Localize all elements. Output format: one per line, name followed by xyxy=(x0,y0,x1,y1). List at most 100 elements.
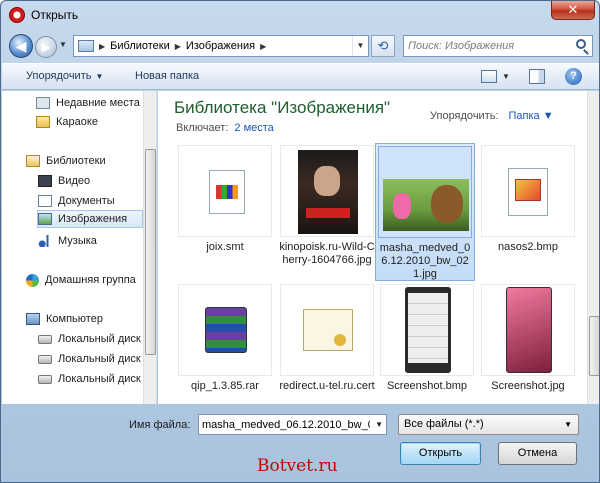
file-thumbnail xyxy=(280,145,374,237)
nav-item-video[interactable]: Видео xyxy=(38,172,156,190)
change-view-icon[interactable] xyxy=(481,70,497,83)
nav-item-label: Музыка xyxy=(58,235,97,247)
refresh-icon[interactable]: ⟲ xyxy=(371,35,395,57)
rar-archive-icon xyxy=(205,307,247,353)
recent-places-icon xyxy=(36,97,50,109)
nav-item-recent-places[interactable]: Недавние места xyxy=(36,94,156,112)
library-title: Библиотека "Изображения" xyxy=(174,98,391,117)
filename-combobox[interactable]: ▼ xyxy=(198,414,387,435)
includes-label: Включает: xyxy=(176,122,229,134)
window-title: Открыть xyxy=(31,8,79,22)
file-thumbnail xyxy=(178,145,272,237)
chevron-right-icon[interactable]: ▶ xyxy=(174,42,182,51)
back-arrow-icon[interactable]: ◀ xyxy=(9,34,33,58)
command-bar: Упорядочить ▼ Новая папка ▼ ? xyxy=(2,63,599,90)
filename-label: Имя файла: xyxy=(129,419,191,431)
generic-file-icon xyxy=(209,170,245,214)
file-name: kinopoisk.ru-Wild-Cherry-1604766.jpg xyxy=(279,241,375,266)
includes-locations-link[interactable]: 2 места xyxy=(234,122,273,134)
chevron-down-icon[interactable]: ▼ xyxy=(502,72,510,81)
file-item-selected[interactable]: masha_medved_06.12.2010_bw_021.jpg xyxy=(375,143,475,281)
nav-item-label: Караоке xyxy=(56,116,98,128)
chevron-down-icon[interactable]: ▼ xyxy=(375,420,383,429)
filetype-value: Все файлы (*.*) xyxy=(404,418,484,430)
nav-item-local-disk[interactable]: Локальный диск xyxy=(38,330,156,348)
nav-item-label: Компьютер xyxy=(46,313,103,325)
breadcrumb-libraries[interactable]: Библиотеки xyxy=(106,40,174,52)
help-icon[interactable]: ? xyxy=(565,68,582,85)
filename-input[interactable] xyxy=(202,417,370,432)
close-button[interactable]: ✕ xyxy=(551,1,595,20)
video-library-icon xyxy=(38,175,52,187)
history-dropdown-icon[interactable]: ▼ xyxy=(59,40,67,49)
nav-item-computer[interactable]: Компьютер xyxy=(26,310,156,328)
documents-library-icon xyxy=(38,195,52,207)
nav-item-label: Изображения xyxy=(58,213,128,225)
nav-item-label: Недавние места xyxy=(56,97,140,109)
nav-item-images[interactable]: Изображения xyxy=(37,210,143,228)
chevron-right-icon[interactable]: ▶ xyxy=(259,42,267,51)
breadcrumb-images[interactable]: Изображения xyxy=(182,40,259,52)
nav-item-karaoke[interactable]: Караоке xyxy=(36,113,156,131)
search-input[interactable] xyxy=(408,38,568,54)
file-thumbnail xyxy=(380,284,474,376)
file-name: Screenshot.jpg xyxy=(491,380,565,392)
scrollbar-thumb[interactable] xyxy=(145,149,156,355)
file-name: masha_medved_06.12.2010_bw_021.jpg xyxy=(379,242,471,280)
title-bar: Открыть ✕ xyxy=(1,1,599,29)
file-name: nasos2.bmp xyxy=(498,241,558,253)
file-thumbnail xyxy=(280,284,374,376)
nav-item-music[interactable]: Музыка xyxy=(38,232,156,250)
nav-item-homegroup[interactable]: Домашняя группа xyxy=(26,271,156,289)
file-item[interactable]: nasos2.bmp xyxy=(478,145,578,254)
nav-item-label: Документы xyxy=(58,195,115,207)
chevron-down-icon[interactable]: ▼ xyxy=(352,36,368,56)
nav-item-local-disk[interactable]: Локальный диск xyxy=(38,370,156,388)
organize-button[interactable]: Упорядочить ▼ xyxy=(26,70,103,82)
scrollbar-thumb[interactable] xyxy=(589,316,599,376)
nav-item-documents[interactable]: Документы xyxy=(38,192,156,210)
cancel-button[interactable]: Отмена xyxy=(498,442,577,465)
navigation-scrollbar[interactable] xyxy=(143,91,156,404)
nav-item-local-disk[interactable]: Локальный диск xyxy=(38,350,156,368)
arrange-label: Упорядочить: xyxy=(430,110,499,122)
new-folder-button[interactable]: Новая папка xyxy=(135,70,199,82)
file-name: Screenshot.bmp xyxy=(386,380,468,392)
images-library-icon xyxy=(38,213,52,225)
address-bar[interactable]: ▶ Библиотеки ▶ Изображения ▶ ▼ xyxy=(73,35,369,57)
arrange-by: Упорядочить: Папка ▼ xyxy=(430,110,554,122)
nav-item-label: Локальный диск xyxy=(58,373,141,385)
cartoon-thumbnail xyxy=(383,179,469,231)
preview-pane-icon[interactable] xyxy=(529,69,545,84)
forward-arrow-icon[interactable]: ▶ xyxy=(35,36,57,58)
local-disk-icon xyxy=(38,334,52,344)
file-item[interactable]: joix.smt xyxy=(175,145,275,254)
filetype-select[interactable]: Все файлы (*.*) ▼ xyxy=(398,414,579,435)
search-icon[interactable] xyxy=(576,39,586,49)
arrange-by-dropdown[interactable]: Папка ▼ xyxy=(509,110,554,122)
nav-item-label: Видео xyxy=(58,175,91,187)
file-list-scrollbar[interactable] xyxy=(587,91,599,404)
open-file-dialog: Открыть ✕ ◀ ▶ ▼ ▶ Библиотеки ▶ Изображен… xyxy=(0,0,600,483)
nav-item-label: Библиотеки xyxy=(46,155,106,167)
nav-item-label: Локальный диск xyxy=(58,353,141,365)
open-button[interactable]: Открыть xyxy=(400,442,481,465)
file-name: redirect.u-tel.ru.cert xyxy=(279,380,375,392)
file-thumbnail xyxy=(378,146,472,238)
phone-screenshot-thumbnail xyxy=(405,287,451,373)
file-item[interactable]: Screenshot.jpg xyxy=(478,284,578,393)
homegroup-icon xyxy=(26,273,39,287)
chevron-right-icon[interactable]: ▶ xyxy=(98,42,106,51)
chevron-down-icon[interactable]: ▼ xyxy=(564,420,572,429)
nav-item-label: Локальный диск xyxy=(58,333,141,345)
file-item[interactable]: Screenshot.bmp xyxy=(377,284,477,393)
search-field[interactable] xyxy=(403,35,593,57)
file-item[interactable]: qip_1.3.85.rar xyxy=(175,284,275,393)
nav-item-libraries[interactable]: Библиотеки xyxy=(26,152,156,170)
file-list-pane: Библиотека "Изображения" Включает: 2 мест… xyxy=(158,91,599,404)
nav-item-label: Домашняя группа xyxy=(45,274,136,286)
local-disk-icon xyxy=(38,374,52,384)
file-item[interactable]: redirect.u-tel.ru.cert xyxy=(277,284,377,393)
local-disk-icon xyxy=(38,354,52,364)
file-item[interactable]: kinopoisk.ru-Wild-Cherry-1604766.jpg xyxy=(277,145,377,267)
